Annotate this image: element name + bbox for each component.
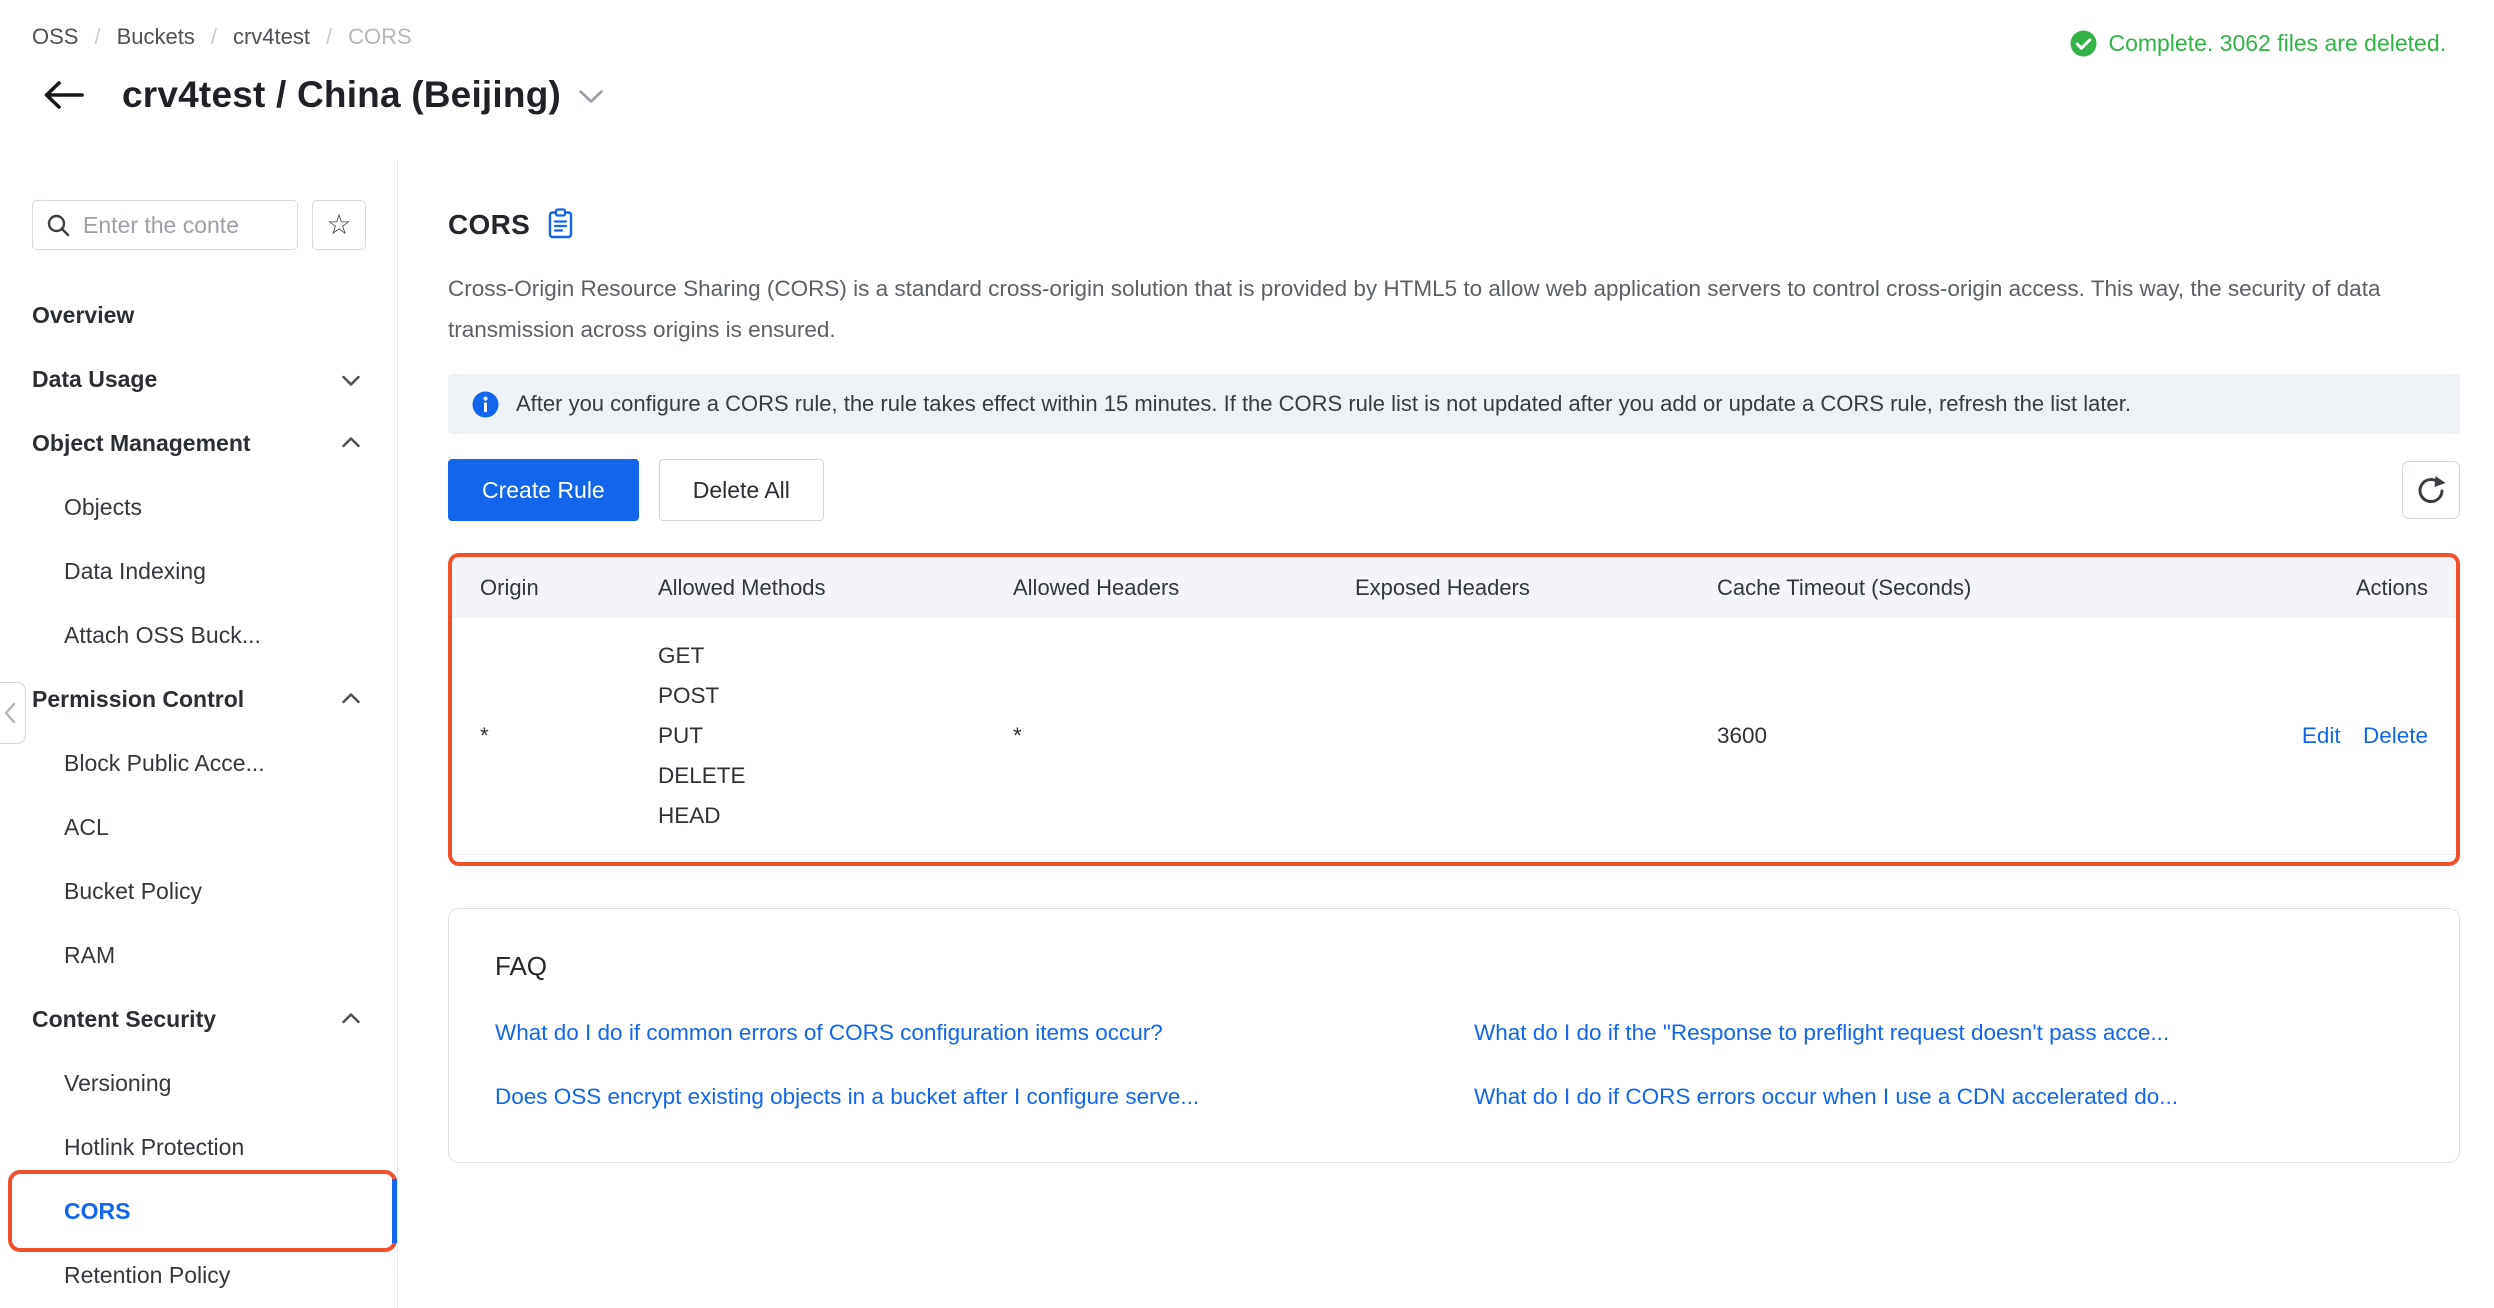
faq-link-preflight-request[interactable]: What do I do if the "Response to preflig…: [1474, 1020, 2413, 1046]
check-circle-icon: [2070, 30, 2097, 57]
search-icon: [46, 213, 71, 243]
table-row: * GET POST PUT DELETE HEAD * 3600 Edit D…: [452, 618, 2456, 854]
edit-link[interactable]: Edit: [2302, 723, 2341, 748]
cell-cache-timeout: 3600: [1717, 723, 2258, 749]
sidebar-item-object-management[interactable]: Object Management: [0, 411, 397, 475]
sidebar-item-cors[interactable]: CORS: [0, 1179, 397, 1243]
back-arrow-icon[interactable]: [40, 78, 86, 112]
table-header-row: Origin Allowed Methods Allowed Headers E…: [452, 557, 2456, 618]
sidebar-item-acl[interactable]: ACL: [0, 795, 397, 859]
sidebar-item-overview[interactable]: Overview: [0, 283, 397, 347]
row-divider: [454, 854, 2454, 855]
cors-section-title: CORS: [448, 209, 530, 241]
col-cache-timeout: Cache Timeout (Seconds): [1717, 575, 2258, 601]
faq-section: FAQ What do I do if common errors of COR…: [448, 908, 2460, 1163]
notice-banner: After you configure a CORS rule, the rul…: [448, 374, 2460, 434]
sidebar-item-objects[interactable]: Objects: [0, 475, 397, 539]
chevron-down-icon[interactable]: [577, 88, 605, 111]
faq-link-cors-config-errors[interactable]: What do I do if common errors of CORS co…: [495, 1020, 1434, 1046]
sidebar-item-retention-policy[interactable]: Retention Policy: [0, 1243, 397, 1307]
chevron-up-icon: [341, 686, 361, 713]
sidebar-item-hotlink-protection[interactable]: Hotlink Protection: [0, 1115, 397, 1179]
status-message: Complete. 3062 files are deleted.: [2070, 30, 2446, 57]
notice-text: After you configure a CORS rule, the rul…: [516, 391, 2131, 417]
breadcrumb-cors: CORS: [310, 24, 412, 50]
breadcrumb-oss[interactable]: OSS: [32, 24, 78, 50]
chevron-up-icon: [341, 430, 361, 457]
col-allowed-methods: Allowed Methods: [658, 575, 1013, 601]
refresh-icon[interactable]: [2402, 461, 2460, 519]
col-actions: Actions: [2258, 575, 2428, 601]
sidebar-item-bucket-policy[interactable]: Bucket Policy: [0, 859, 397, 923]
page-header: crv4test / China (Beijing): [40, 74, 605, 116]
cors-rules-table: Origin Allowed Methods Allowed Headers E…: [448, 553, 2460, 866]
col-exposed-headers: Exposed Headers: [1355, 575, 1717, 601]
sidebar-search-input[interactable]: [32, 200, 298, 250]
cell-origin: *: [480, 723, 658, 749]
sidebar-nav: Overview Data Usage Object Management Ob…: [0, 283, 397, 1307]
sidebar-item-permission-control[interactable]: Permission Control: [0, 667, 397, 731]
cell-allowed-methods: GET POST PUT DELETE HEAD: [658, 636, 1013, 836]
sidebar-item-content-security[interactable]: Content Security: [0, 987, 397, 1051]
sidebar: ☆ Overview Data Usage Object Management …: [0, 160, 398, 1308]
breadcrumb: OSS Buckets crv4test CORS: [32, 24, 412, 50]
cors-description: Cross-Origin Resource Sharing (CORS) is …: [448, 268, 2458, 350]
col-allowed-headers: Allowed Headers: [1013, 575, 1355, 601]
faq-link-cdn-cors-errors[interactable]: What do I do if CORS errors occur when I…: [1474, 1084, 2413, 1110]
cell-allowed-headers: *: [1013, 723, 1355, 749]
page-title: crv4test / China (Beijing): [122, 74, 561, 116]
delete-link[interactable]: Delete: [2363, 723, 2428, 748]
faq-link-oss-encrypt-objects[interactable]: Does OSS encrypt existing objects in a b…: [495, 1084, 1434, 1110]
info-icon: [472, 391, 499, 418]
sidebar-item-versioning[interactable]: Versioning: [0, 1051, 397, 1115]
sidebar-collapse-handle[interactable]: [0, 682, 26, 744]
sidebar-item-data-indexing[interactable]: Data Indexing: [0, 539, 397, 603]
create-rule-button[interactable]: Create Rule: [448, 459, 639, 521]
sidebar-item-data-usage[interactable]: Data Usage: [0, 347, 397, 411]
breadcrumb-buckets[interactable]: Buckets: [78, 24, 194, 50]
delete-all-button[interactable]: Delete All: [659, 459, 824, 521]
chevron-up-icon: [341, 1006, 361, 1033]
faq-title: FAQ: [495, 951, 2413, 982]
sidebar-item-attach-oss-bucket[interactable]: Attach OSS Buck...: [0, 603, 397, 667]
chevron-down-icon: [341, 366, 361, 393]
documentation-clipboard-icon[interactable]: [548, 208, 573, 244]
sidebar-item-ram[interactable]: RAM: [0, 923, 397, 987]
col-origin: Origin: [480, 575, 658, 601]
sidebar-item-block-public-access[interactable]: Block Public Acce...: [0, 731, 397, 795]
breadcrumb-bucket-name[interactable]: crv4test: [195, 24, 310, 50]
star-icon[interactable]: ☆: [312, 200, 366, 250]
cell-actions: Edit Delete: [2258, 723, 2428, 749]
status-text: Complete. 3062 files are deleted.: [2108, 30, 2446, 57]
main-content: CORS Cross-Origin Resource Sharing (CORS…: [398, 160, 2494, 1308]
